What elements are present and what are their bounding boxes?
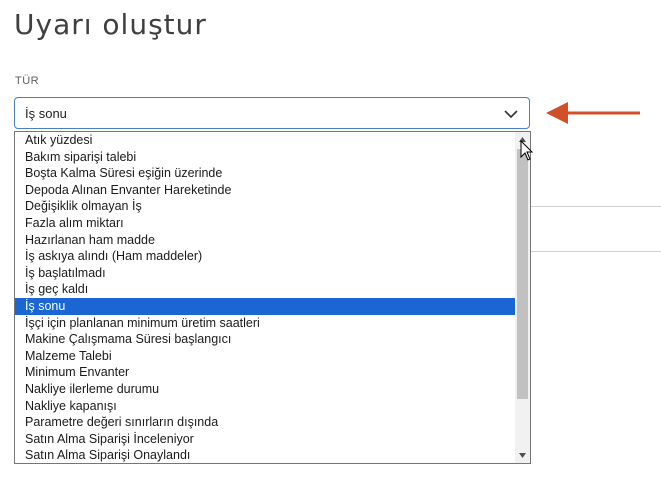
dropdown-option[interactable]: Nakliye ilerleme durumu: [15, 381, 515, 398]
type-field-label: TÜR: [15, 75, 40, 87]
dropdown-option[interactable]: Malzeme Talebi: [15, 348, 515, 365]
chevron-down-icon: [504, 110, 518, 119]
dropdown-option[interactable]: İş askıya alındı (Ham maddeler): [15, 248, 515, 265]
page-title: Uyarı oluştur: [14, 8, 207, 41]
dropdown-option[interactable]: Boşta Kalma Süresi eşiğin üzerinde: [15, 165, 515, 182]
dropdown-option[interactable]: Satın Alma Siparişi Onaylandı: [15, 447, 515, 463]
type-dropdown-list[interactable]: Atık yüzdesi Bakım siparişi talebi Boşta K…: [14, 131, 531, 464]
type-select[interactable]: İş sonu: [14, 97, 530, 129]
background-divider: [531, 251, 661, 252]
dropdown-option[interactable]: Depoda Alınan Envanter Hareketinde: [15, 182, 515, 199]
scrollbar-thumb[interactable]: [517, 149, 528, 399]
mouse-cursor-icon: [520, 140, 534, 161]
dropdown-option[interactable]: Fazla alım miktarı: [15, 215, 515, 232]
dropdown-option[interactable]: İş geç kaldı: [15, 281, 515, 298]
annotation-arrow-icon: [546, 102, 640, 124]
background-divider: [531, 206, 661, 207]
dropdown-option[interactable]: İş başlatılmadı: [15, 265, 515, 282]
dropdown-option[interactable]: İşçi için planlanan minimum üretim saatl…: [15, 315, 515, 332]
dropdown-options: Atık yüzdesi Bakım siparişi talebi Boşta K…: [15, 132, 515, 463]
dropdown-option[interactable]: İş sonu: [15, 297, 515, 315]
dropdown-option[interactable]: Minimum Envanter: [15, 364, 515, 381]
dropdown-option[interactable]: Hazırlanan ham madde: [15, 232, 515, 249]
dropdown-option[interactable]: Makine Çalışmama Süresi başlangıcı: [15, 331, 515, 348]
dropdown-scrollbar[interactable]: [515, 132, 530, 463]
dropdown-option[interactable]: Parametre değeri sınırların dışında: [15, 414, 515, 431]
dropdown-option[interactable]: Değişiklik olmayan İş: [15, 198, 515, 215]
scroll-down-icon[interactable]: [515, 448, 530, 463]
dropdown-option[interactable]: Nakliye kapanışı: [15, 398, 515, 415]
dropdown-option[interactable]: Satın Alma Siparişi İnceleniyor: [15, 431, 515, 448]
dropdown-option[interactable]: Bakım siparişi talebi: [15, 149, 515, 166]
dropdown-option[interactable]: Atık yüzdesi: [15, 132, 515, 149]
type-select-value: İş sonu: [25, 106, 67, 121]
